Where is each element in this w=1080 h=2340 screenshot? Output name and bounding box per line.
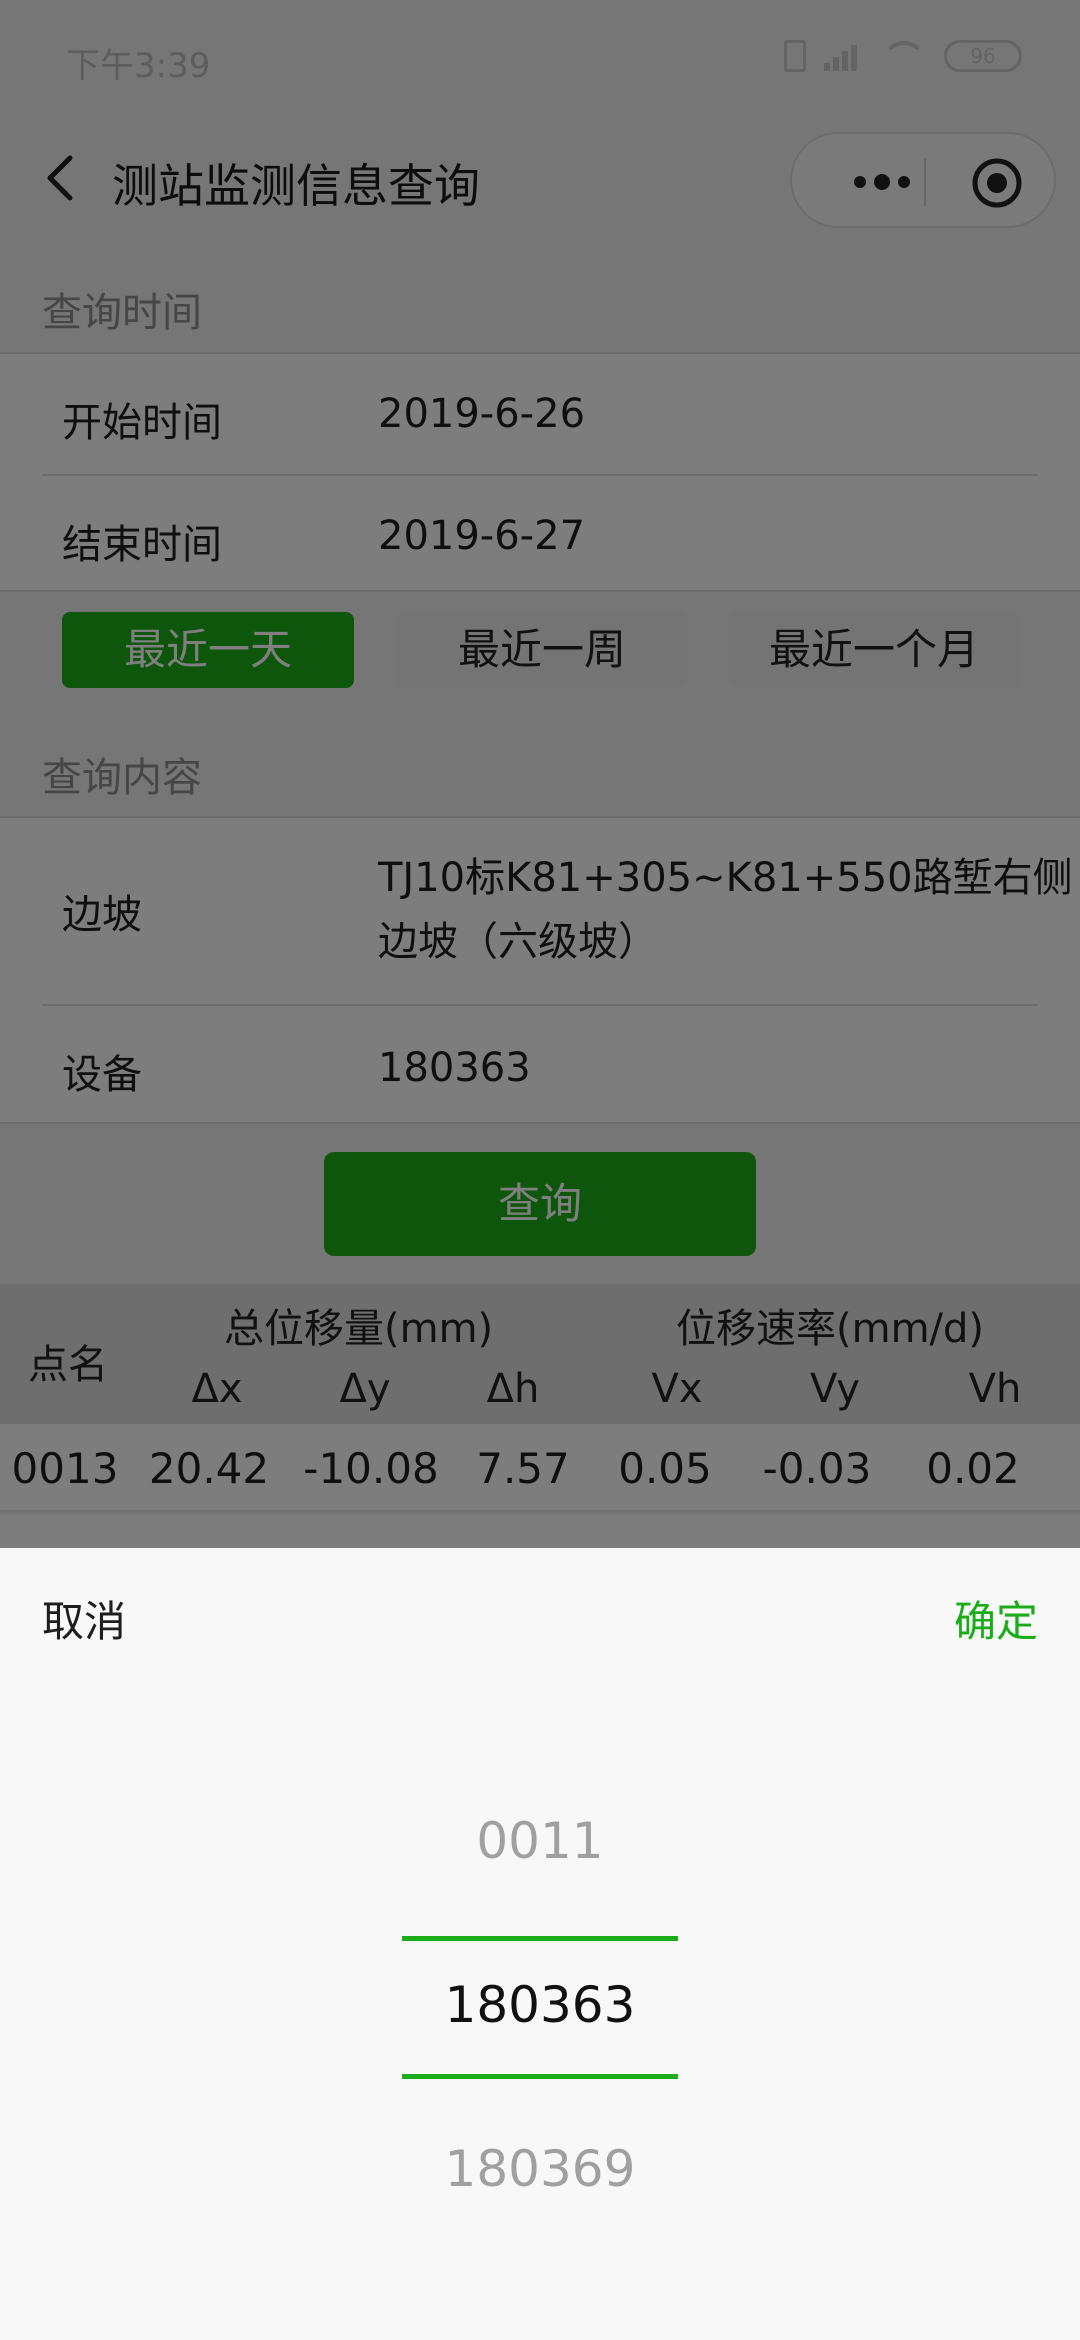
device-picker-sheet: 取消 确定 0011 180363 180369	[0, 1548, 1080, 2340]
picker-option-selected[interactable]: 180363	[0, 1976, 1080, 2034]
picker-confirm-button[interactable]: 确定	[954, 1588, 1038, 1649]
picker-option[interactable]: 180369	[0, 2140, 1080, 2198]
picker-cancel-button[interactable]: 取消	[42, 1588, 126, 1649]
picker-selection-line-bottom	[402, 2074, 678, 2079]
picker-option[interactable]: 0011	[0, 1812, 1080, 1870]
picker-selection-line-top	[402, 1936, 678, 1941]
